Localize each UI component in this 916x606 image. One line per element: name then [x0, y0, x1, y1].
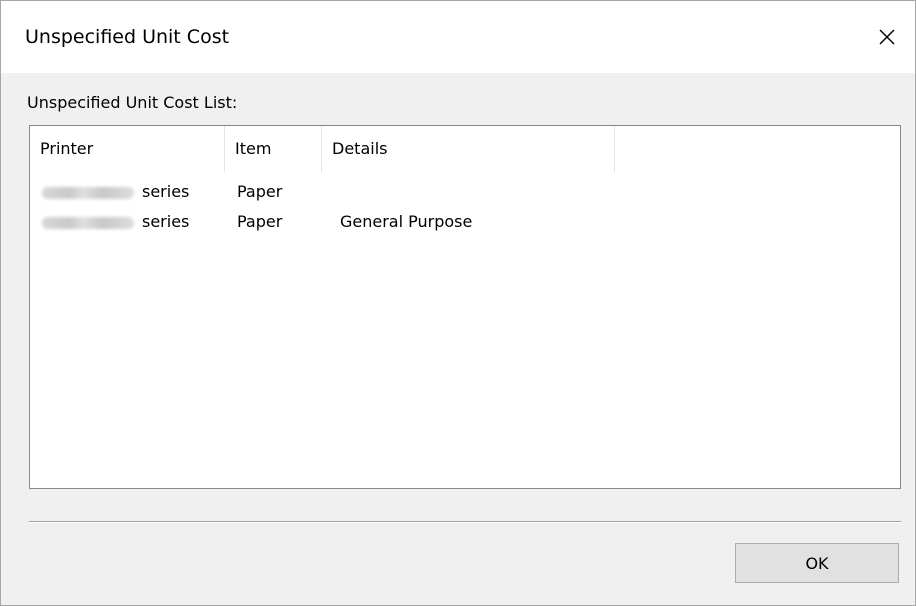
dialog-title: Unspecified Unit Cost: [25, 26, 230, 48]
list-header: Printer Item Details: [30, 126, 900, 172]
column-header-printer[interactable]: Printer: [30, 126, 225, 172]
close-button[interactable]: [859, 1, 915, 73]
table-row[interactable]: series Paper: [30, 178, 900, 206]
printer-series-text: series: [142, 212, 190, 231]
column-header-details[interactable]: Details: [322, 126, 615, 172]
list-label: Unspecified Unit Cost List:: [27, 93, 238, 112]
ok-button[interactable]: OK: [735, 543, 899, 583]
cell-item: Paper: [237, 212, 283, 231]
cell-printer: series: [42, 208, 222, 236]
cell-details: [340, 178, 600, 206]
cell-item: Paper: [237, 182, 283, 201]
column-header-item[interactable]: Item: [225, 126, 322, 172]
separator-line: [29, 521, 901, 523]
unit-cost-listview[interactable]: Printer Item Details series Paper series…: [29, 125, 901, 489]
cell-details: General Purpose: [340, 212, 473, 231]
close-icon: [879, 29, 895, 45]
obscured-model-name: [42, 186, 134, 199]
table-row[interactable]: series Paper General Purpose: [30, 208, 900, 236]
cell-printer: series: [42, 178, 222, 206]
dialog-window: Unspecified Unit Cost Unspecified Unit C…: [0, 0, 916, 606]
obscured-model-name: [42, 216, 134, 229]
title-bar: Unspecified Unit Cost: [1, 1, 915, 73]
printer-series-text: series: [142, 182, 190, 201]
